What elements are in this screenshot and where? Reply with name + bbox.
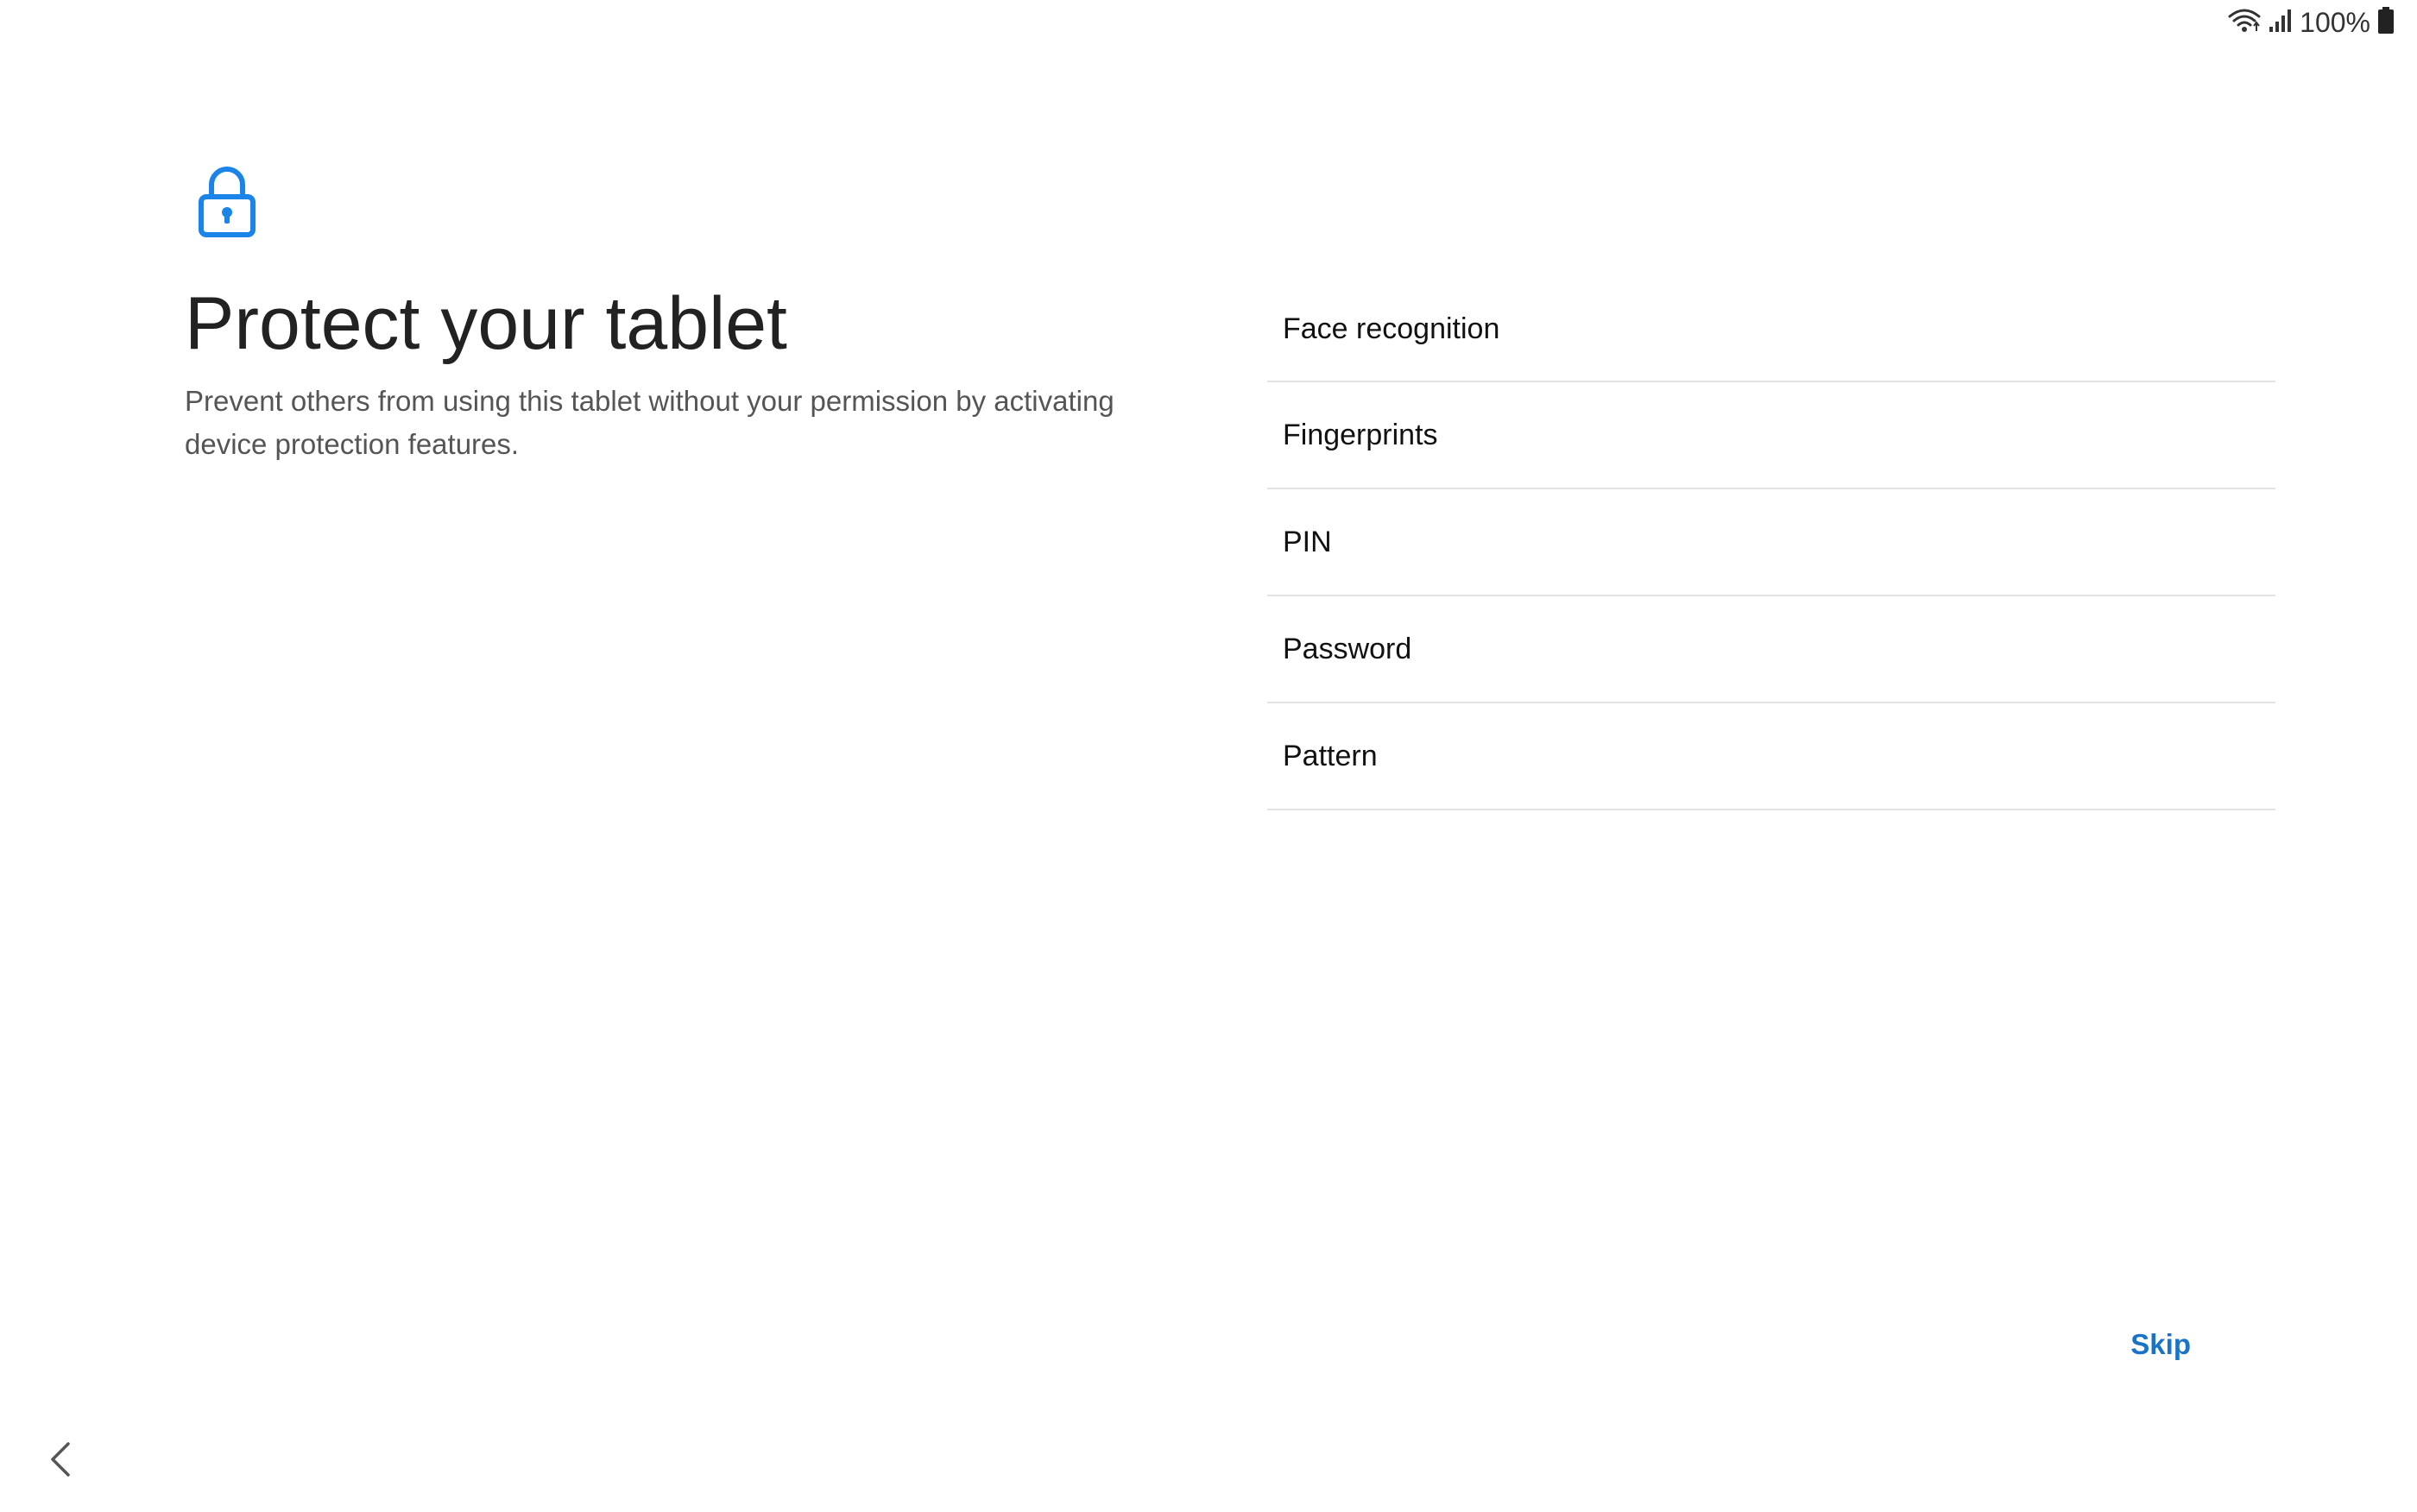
page-description: Prevent others from using this tablet wi… — [185, 385, 1114, 460]
battery-icon — [2377, 6, 2395, 39]
option-pattern[interactable]: Pattern — [1267, 703, 2275, 810]
page-title: Protect your tablet — [185, 282, 787, 365]
security-options-list: Face recognition Fingerprints PIN Passwo… — [1267, 278, 2275, 810]
setup-screen: 100% Protect your tablet Prevent others … — [0, 0, 2417, 1512]
option-pin[interactable]: PIN — [1267, 489, 2275, 596]
status-bar: 100% — [2227, 5, 2395, 40]
signal-icon — [2269, 8, 2293, 38]
skip-button[interactable]: Skip — [2110, 1319, 2212, 1370]
lock-icon — [197, 166, 257, 238]
wifi-icon — [2227, 7, 2262, 39]
option-fingerprints[interactable]: Fingerprints — [1267, 382, 2275, 489]
back-button[interactable] — [35, 1434, 86, 1486]
battery-percentage: 100% — [2300, 6, 2370, 38]
option-password[interactable]: Password — [1267, 596, 2275, 703]
chevron-left-icon — [47, 1440, 73, 1481]
option-face-recognition[interactable]: Face recognition — [1267, 278, 2275, 382]
